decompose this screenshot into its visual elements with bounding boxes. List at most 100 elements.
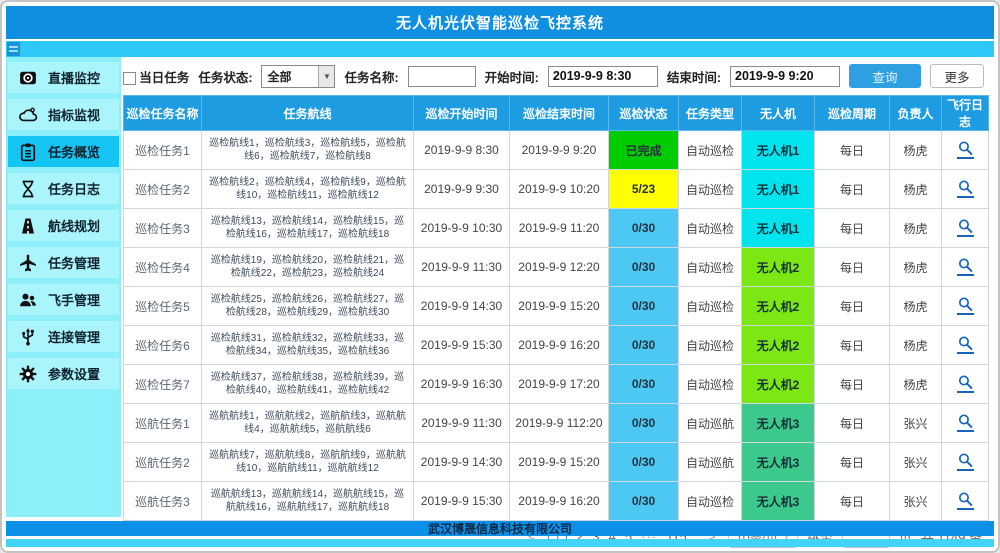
clipboard-icon: [17, 141, 39, 163]
start-time-cell: 2019-9-9 8:30: [414, 131, 510, 170]
sidebar-item-task-log[interactable]: 任务日志: [8, 173, 119, 204]
sidebar-item-label: 指标监视: [48, 105, 100, 124]
plane-icon: [17, 252, 39, 274]
today-task-checkbox[interactable]: [123, 72, 136, 85]
status-badge: 0/30: [609, 287, 679, 326]
column-header: 负责人: [890, 96, 942, 131]
period-cell: 每日: [815, 326, 890, 365]
drone-cell: 无人机3: [742, 443, 815, 482]
magnifier-icon[interactable]: [957, 296, 974, 315]
app-title: 无人机光伏智能巡检飞控系统: [6, 6, 994, 39]
end-time-cell: 2019-9-9 12:20: [510, 248, 609, 287]
task-status-select[interactable]: 全部▼: [261, 65, 335, 88]
sidebar-item-connection-management[interactable]: 连接管理: [8, 321, 119, 352]
column-header: 任务航线: [202, 96, 414, 131]
drone-cell: 无人机2: [742, 365, 815, 404]
app-window: 无人机光伏智能巡检飞控系统 直播监控 指标监视 任务概览: [0, 0, 1000, 553]
table-row: 巡航任务3巡航航线13，巡航航线14，巡航航线15，巡航航线16，巡航航线17，…: [124, 482, 989, 521]
cloud-icon: [17, 104, 39, 126]
person-cell: 杨虎: [890, 170, 942, 209]
task-name-cell: 巡检任务4: [124, 248, 202, 287]
start-time-input[interactable]: [548, 66, 658, 87]
magnifier-icon[interactable]: [957, 335, 974, 354]
task-name-cell: 巡检任务2: [124, 170, 202, 209]
magnifier-icon[interactable]: [957, 452, 974, 471]
gear-icon: [17, 363, 39, 385]
table-row: 巡检任务6巡检航线31，巡检航线32，巡检航线33，巡检航线34，巡检航线35，…: [124, 326, 989, 365]
table-row: 巡检任务5巡检航线25，巡检航线26，巡检航线27，巡检航线28，巡检航线29，…: [124, 287, 989, 326]
sidebar-item-task-management[interactable]: 任务管理: [8, 247, 119, 278]
column-header: 巡检周期: [815, 96, 890, 131]
status-badge: 0/30: [609, 443, 679, 482]
start-time-cell: 2019-9-9 15:30: [414, 326, 510, 365]
flight-log-cell: [942, 326, 989, 365]
task-type-cell: 自动巡检: [679, 287, 742, 326]
column-header: 无人机: [742, 96, 815, 131]
end-time-cell: 2019-9-9 16:20: [510, 326, 609, 365]
status-badge: 0/30: [609, 326, 679, 365]
flight-log-cell: [942, 209, 989, 248]
start-time-cell: 2019-9-9 16:30: [414, 365, 510, 404]
flight-log-cell: [942, 482, 989, 521]
start-time-cell: 2019-9-9 9:30: [414, 170, 510, 209]
flight-log-cell: [942, 443, 989, 482]
task-type-cell: 自动巡检: [679, 248, 742, 287]
magnifier-icon[interactable]: [957, 179, 974, 198]
status-badge: 已完成: [609, 131, 679, 170]
sidebar-item-metrics[interactable]: 指标监视: [8, 99, 119, 130]
task-name-label: 任务名称:: [344, 67, 398, 86]
task-name-input[interactable]: [408, 66, 476, 87]
sidebar-item-live-monitor[interactable]: 直播监控: [8, 62, 119, 93]
status-badge: 0/30: [609, 404, 679, 443]
drone-cell: 无人机1: [742, 209, 815, 248]
end-time-cell: 2019-9-9 11:20: [510, 209, 609, 248]
task-type-cell: 自动巡检: [679, 170, 742, 209]
magnifier-icon[interactable]: [957, 374, 974, 393]
end-time-input[interactable]: [730, 66, 840, 87]
flight-log-cell: [942, 170, 989, 209]
sidebar-item-task-overview[interactable]: 任务概览: [8, 136, 119, 167]
task-type-cell: 自动巡检: [679, 131, 742, 170]
end-time-cell: 2019-9-9 10:20: [510, 170, 609, 209]
magnifier-icon[interactable]: [957, 218, 974, 237]
status-badge: 5/23: [609, 170, 679, 209]
sidebar: 直播监控 指标监视 任务概览 任务日志 航线规划: [6, 57, 121, 517]
task-type-cell: 自动巡检: [679, 326, 742, 365]
person-cell: 杨虎: [890, 248, 942, 287]
hamburger-menu-icon[interactable]: [7, 42, 20, 56]
query-button[interactable]: 查询: [849, 64, 921, 88]
bottom-accent-bar: [6, 539, 994, 547]
flight-log-cell: [942, 248, 989, 287]
end-time-cell: 2019-9-9 112:20: [510, 404, 609, 443]
table-row: 巡检任务3巡检航线13，巡检航线14，巡检航线15，巡检航线16，巡检航线17，…: [124, 209, 989, 248]
task-route-cell: 巡检航线13，巡检航线14，巡检航线15，巡检航线16，巡检航线17，巡检航线1…: [202, 209, 414, 248]
magnifier-icon[interactable]: [957, 257, 974, 276]
task-table: 巡检任务名称任务航线巡检开始时间巡检结束时间巡检状态任务类型无人机巡检周期负责人…: [123, 95, 989, 521]
magnifier-icon[interactable]: [957, 413, 974, 432]
pilots-icon: [17, 289, 39, 311]
column-header: 任务类型: [679, 96, 742, 131]
magnifier-icon[interactable]: [957, 491, 974, 510]
task-type-cell: 自动巡检: [679, 482, 742, 521]
task-route-cell: 巡检航线1，巡检航线3，巡检航线5，巡检航线6，巡检航线7，巡检航线8: [202, 131, 414, 170]
magnifier-icon[interactable]: [957, 140, 974, 159]
task-route-cell: 巡检航线25，巡检航线26，巡检航线27，巡检航线28，巡检航线29，巡检航线3…: [202, 287, 414, 326]
period-cell: 每日: [815, 443, 890, 482]
person-cell: 张兴: [890, 482, 942, 521]
sidebar-item-label: 飞手管理: [48, 290, 100, 309]
sidebar-item-parameter-settings[interactable]: 参数设置: [8, 358, 119, 389]
task-name-cell: 巡航任务1: [124, 404, 202, 443]
filter-bar: 当日任务 任务状态: 全部▼ 任务名称: 开始时间: 结束时间: 查询 更多: [123, 57, 986, 95]
sidebar-item-route-planning[interactable]: 航线规划: [8, 210, 119, 241]
end-time-cell: 2019-9-9 15:20: [510, 287, 609, 326]
sidebar-item-label: 任务管理: [48, 253, 100, 272]
table-row: 巡航任务1巡航航线1，巡航航线2，巡航航线3，巡航航线4，巡航航线5，巡航航线6…: [124, 404, 989, 443]
toolbar-strip: [6, 41, 994, 57]
task-name-cell: 巡航任务3: [124, 482, 202, 521]
sidebar-item-pilot-management[interactable]: 飞手管理: [8, 284, 119, 315]
task-type-cell: 自动巡航: [679, 404, 742, 443]
more-button[interactable]: 更多: [930, 64, 984, 88]
column-header: 巡检结束时间: [510, 96, 609, 131]
today-task-toggle[interactable]: 当日任务: [123, 67, 189, 86]
column-header: 巡检状态: [609, 96, 679, 131]
